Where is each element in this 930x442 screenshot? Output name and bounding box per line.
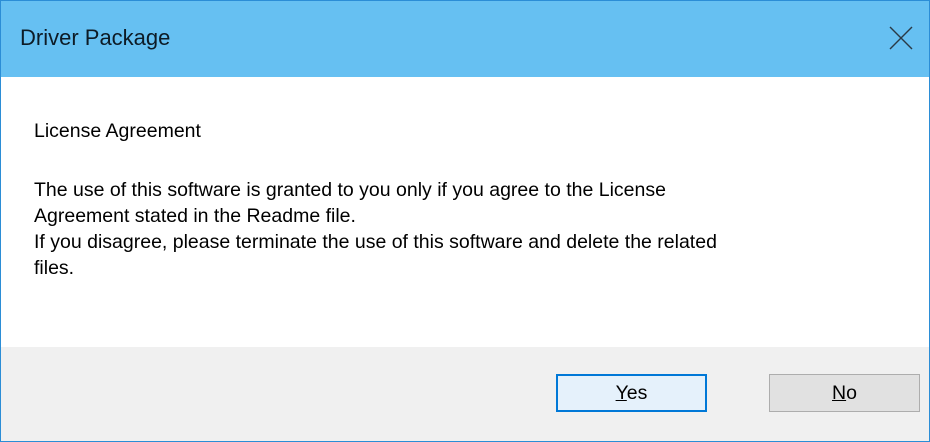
close-icon: [889, 26, 913, 50]
message-heading: License Agreement: [34, 120, 201, 142]
message-line: Agreement stated in the Readme file.: [34, 205, 356, 227]
no-accelerator: N: [832, 381, 847, 404]
yes-button[interactable]: Yes: [556, 374, 707, 412]
message-body: The use of this software is granted to y…: [34, 177, 894, 281]
message-line: If you disagree, please terminate the us…: [34, 231, 717, 253]
no-button[interactable]: No: [769, 374, 920, 412]
yes-accelerator: Y: [615, 381, 627, 404]
no-label-rest: o: [846, 381, 857, 404]
message-area: License Agreement The use of this softwa…: [1, 77, 929, 347]
message-line: The use of this software is granted to y…: [34, 179, 666, 201]
dialog-window: Driver Package License Agreement The use…: [0, 0, 930, 442]
button-bar: Yes No: [1, 347, 929, 441]
yes-label-rest: es: [626, 381, 648, 404]
title-bar[interactable]: Driver Package: [1, 1, 929, 77]
close-button[interactable]: [871, 1, 929, 77]
window-title: Driver Package: [20, 25, 171, 50]
message-line: files.: [34, 257, 75, 279]
